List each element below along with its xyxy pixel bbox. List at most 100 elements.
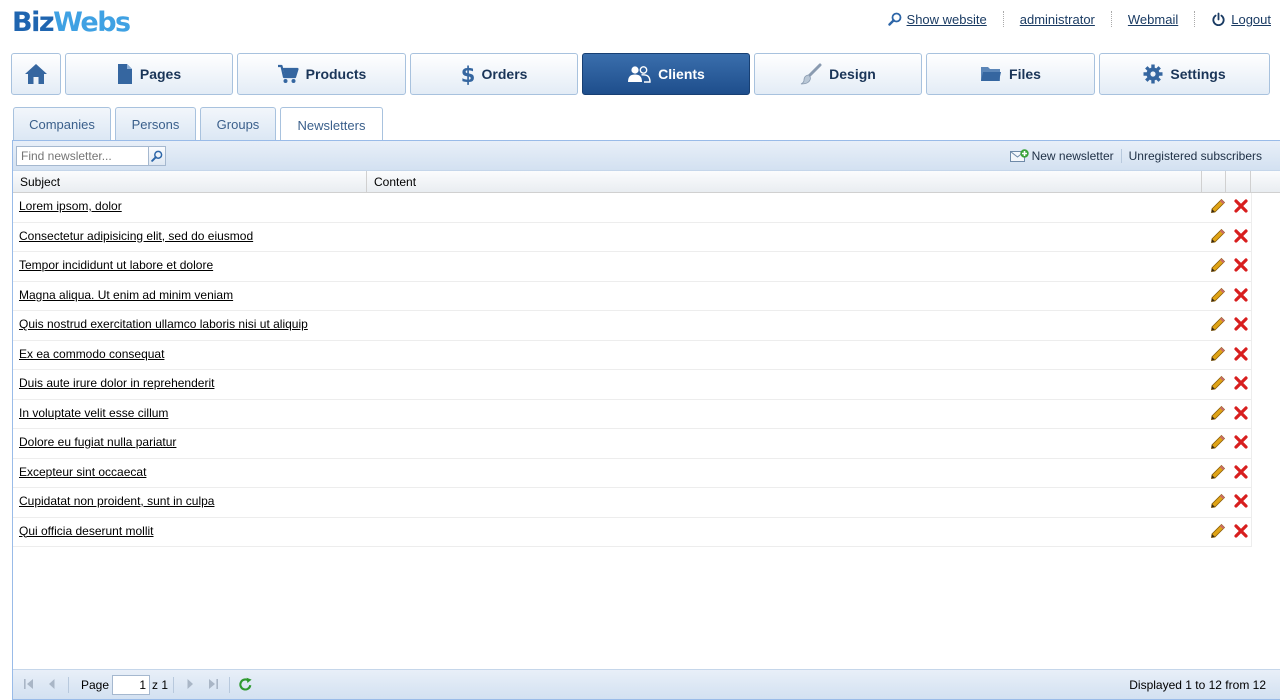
search-icon [887, 12, 901, 26]
top-links: Show website administrator Webmail Logou… [887, 10, 1271, 28]
separator [1120, 149, 1122, 163]
newsletter-subject-link[interactable]: Duis aute irure dolor in reprehenderit [19, 376, 214, 390]
folder-icon [981, 67, 1002, 81]
newsletter-subject-link[interactable]: Ex ea commodo consequat [19, 347, 164, 361]
newsletter-subject-link[interactable]: Tempor incididunt ut labore et dolore [19, 258, 213, 272]
nav-products[interactable]: Products [237, 53, 406, 95]
delete-x-icon[interactable] [1234, 435, 1248, 449]
table-row: Dolore eu fugiat nulla pariatur [13, 429, 1251, 459]
page-icon [117, 64, 132, 84]
tab-groups[interactable]: Groups [200, 107, 276, 141]
nav-orders-label: Orders [481, 66, 528, 82]
search-input[interactable] [17, 147, 148, 165]
edit-pencil-icon[interactable] [1210, 464, 1226, 480]
separator [1110, 11, 1112, 27]
separator [229, 677, 230, 693]
table-row: Ex ea commodo consequat [13, 341, 1251, 370]
new-newsletter-label: New newsletter [1031, 149, 1114, 163]
home-icon [25, 64, 47, 84]
edit-pencil-icon[interactable] [1210, 493, 1226, 509]
delete-x-icon[interactable] [1234, 405, 1248, 420]
grid-header: Subject Content [13, 171, 1280, 193]
delete-x-icon[interactable] [1234, 199, 1248, 213]
new-newsletter-button[interactable]: New newsletter [1009, 149, 1114, 163]
delete-x-icon[interactable] [1234, 317, 1248, 331]
gear-icon [1143, 64, 1163, 84]
tab-companies[interactable]: Companies [13, 107, 111, 141]
logo-part-biz: Biz [12, 7, 55, 38]
edit-pencil-icon[interactable] [1210, 287, 1226, 303]
last-page-icon[interactable] [207, 678, 219, 690]
column-header-content[interactable]: Content [367, 171, 1202, 193]
delete-x-icon[interactable] [1234, 346, 1248, 361]
next-page-icon[interactable] [184, 678, 196, 690]
separator [68, 677, 69, 693]
table-row: Duis aute irure dolor in reprehenderit [13, 370, 1251, 400]
edit-pencil-icon[interactable] [1210, 228, 1226, 244]
nav-clients-label: Clients [658, 66, 705, 82]
logout-link[interactable]: Logout [1211, 12, 1271, 27]
refresh-icon[interactable] [238, 677, 253, 692]
newsletter-subject-link[interactable]: Cupidatat non proident, sunt in culpa [19, 494, 214, 508]
edit-pencil-icon[interactable] [1210, 316, 1226, 332]
grid-rows: Lorem ipsom, dolor Consectetur adipisicin… [13, 193, 1251, 547]
search-button[interactable] [148, 147, 165, 165]
edit-pencil-icon[interactable] [1210, 257, 1226, 273]
delete-x-icon[interactable] [1234, 376, 1248, 390]
administrator-link[interactable]: administrator [1020, 12, 1095, 27]
webmail-link[interactable]: Webmail [1128, 12, 1178, 27]
tab-newsletters[interactable]: Newsletters [280, 107, 383, 142]
page-number-input[interactable] [112, 675, 150, 695]
delete-x-icon[interactable] [1234, 228, 1248, 243]
delete-x-icon[interactable] [1234, 258, 1248, 272]
first-page-icon[interactable] [23, 678, 35, 690]
paging-info: Displayed 1 to 12 from 12 [1129, 678, 1266, 692]
table-row: Qui officia deserunt mollit [13, 518, 1251, 547]
newsletter-subject-link[interactable]: Excepteur sint occaecat [19, 465, 146, 479]
newsletter-subject-link[interactable]: Dolore eu fugiat nulla pariatur [19, 435, 176, 449]
brush-icon [800, 63, 822, 85]
newsletter-subject-link[interactable]: Lorem ipsom, dolor [19, 199, 122, 213]
search-icon [151, 150, 163, 162]
nav-clients[interactable]: Clients [582, 53, 750, 95]
column-header-subject[interactable]: Subject [13, 171, 367, 193]
nav-pages[interactable]: Pages [65, 53, 233, 95]
edit-pencil-icon[interactable] [1210, 523, 1226, 539]
newsletters-panel: New newsletter Unregistered subscribers … [12, 140, 1280, 700]
show-website-link[interactable]: Show website [887, 11, 987, 27]
nav-home[interactable] [11, 53, 61, 95]
prev-page-icon[interactable] [46, 678, 58, 690]
nav-design[interactable]: Design [754, 53, 922, 95]
edit-pencil-icon[interactable] [1210, 198, 1226, 214]
newsletter-subject-link[interactable]: Qui officia deserunt mollit [19, 524, 154, 538]
delete-x-icon[interactable] [1234, 494, 1248, 508]
column-header-delete [1226, 171, 1251, 193]
table-row: Cupidatat non proident, sunt in culpa [13, 488, 1251, 518]
pager: Page z 1 Displayed 1 to 12 from 12 [13, 669, 1280, 699]
newsletter-subject-link[interactable]: In voluptate velit esse cillum [19, 406, 168, 420]
newsletter-subject-link[interactable]: Magna aliqua. Ut enim ad minim veniam [19, 288, 233, 302]
delete-x-icon[interactable] [1234, 287, 1248, 302]
unregistered-subscribers-button[interactable]: Unregistered subscribers [1129, 149, 1262, 163]
table-row: Tempor incididunt ut labore et dolore [13, 252, 1251, 282]
newsletter-subject-link[interactable]: Quis nostrud exercitation ullamco labori… [19, 317, 308, 331]
table-row: Lorem ipsom, dolor [13, 193, 1251, 223]
delete-x-icon[interactable] [1234, 464, 1248, 479]
tab-persons[interactable]: Persons [115, 107, 196, 141]
svg-text:$: $ [461, 63, 475, 85]
power-icon [1212, 12, 1225, 26]
edit-pencil-icon[interactable] [1210, 346, 1226, 362]
delete-x-icon[interactable] [1234, 523, 1248, 538]
logo[interactable]: BizWebs [12, 6, 131, 40]
newsletter-subject-link[interactable]: Consectetur adipisicing elit, sed do eiu… [19, 229, 253, 243]
search-box [16, 146, 166, 166]
toolbar: New newsletter Unregistered subscribers [13, 141, 1280, 171]
nav-files[interactable]: Files [926, 53, 1095, 95]
edit-pencil-icon[interactable] [1210, 434, 1226, 450]
grid-border [1251, 193, 1252, 547]
show-website-label: Show website [906, 11, 987, 27]
nav-orders[interactable]: $ Orders [410, 53, 578, 95]
nav-settings[interactable]: Settings [1099, 53, 1270, 95]
edit-pencil-icon[interactable] [1210, 405, 1226, 421]
edit-pencil-icon[interactable] [1210, 375, 1226, 391]
